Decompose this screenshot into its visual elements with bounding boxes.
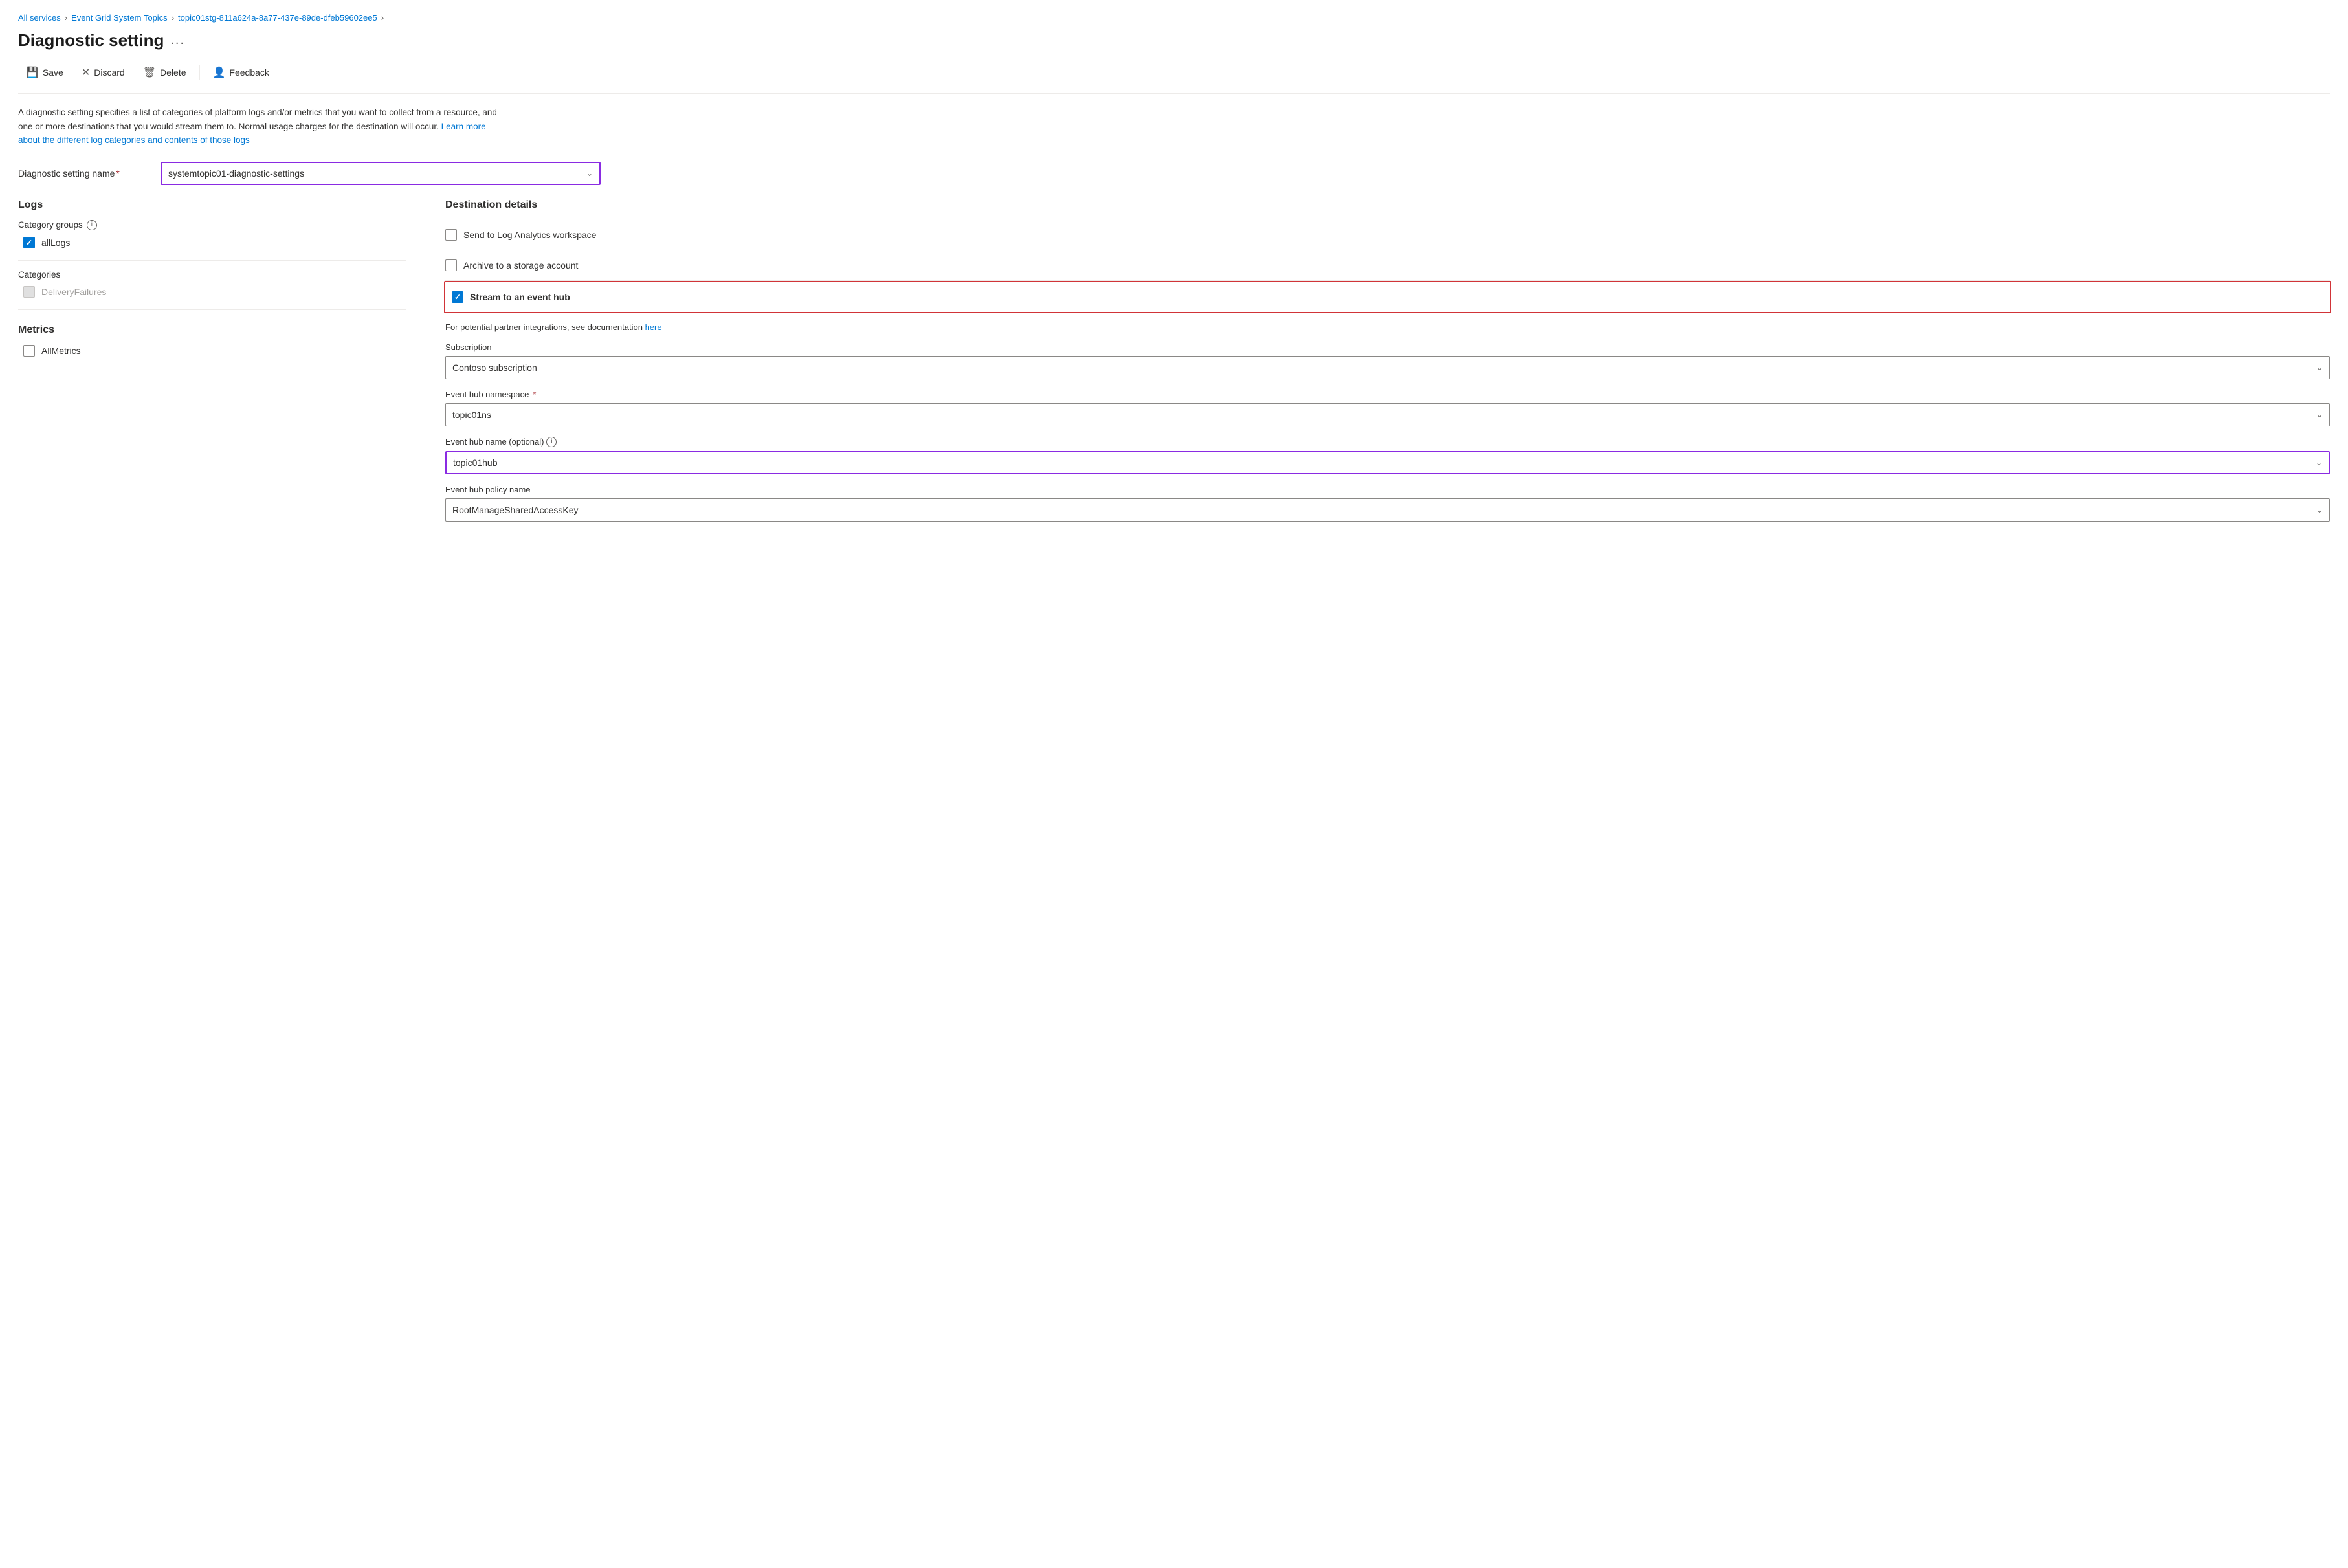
page-header: Diagnostic setting ...	[18, 30, 2330, 50]
policy-chevron-icon: ⌄	[2316, 505, 2323, 514]
all-logs-row: allLogs	[18, 237, 406, 248]
event-hub-policy-label: Event hub policy name	[445, 485, 2330, 494]
all-metrics-checkbox[interactable]	[23, 345, 35, 357]
diagnostic-name-label: Diagnostic setting name*	[18, 168, 148, 179]
toolbar: 💾 Save ✕ Discard 🗑 Delete 👤 Feedback	[18, 62, 2330, 94]
event-hub-name-info-icon[interactable]: i	[546, 437, 557, 447]
delivery-failures-checkbox[interactable]	[23, 286, 35, 298]
event-hub-policy-field: Event hub policy name RootManageSharedAc…	[445, 485, 2330, 522]
category-groups-label: Category groups i	[18, 220, 406, 230]
storage-account-checkbox[interactable]	[445, 259, 457, 271]
log-analytics-checkbox[interactable]	[445, 229, 457, 241]
event-hub-name-dropdown[interactable]: topic01hub ⌄	[445, 451, 2330, 474]
event-hub-label[interactable]: Stream to an event hub	[470, 292, 570, 302]
delete-button[interactable]: 🗑 Delete	[135, 62, 194, 83]
event-hub-name-label: Event hub name (optional) i	[445, 437, 2330, 447]
right-panel: Destination details Send to Log Analytic…	[445, 199, 2330, 532]
metrics-section-title: Metrics	[18, 324, 406, 336]
save-icon: 💾	[26, 66, 39, 79]
all-metrics-row: AllMetrics	[18, 345, 406, 357]
main-content: Logs Category groups i allLogs Categorie…	[18, 199, 2330, 532]
event-hub-policy-dropdown[interactable]: RootManageSharedAccessKey ⌄	[445, 498, 2330, 522]
save-button[interactable]: 💾 Save	[18, 62, 71, 83]
category-groups-info-icon[interactable]: i	[87, 220, 97, 230]
discard-icon: ✕	[82, 66, 90, 79]
toolbar-divider	[199, 65, 200, 80]
logs-divider	[18, 260, 406, 261]
event-hub-row: Stream to an event hub	[444, 281, 2331, 313]
delivery-failures-label: DeliveryFailures	[41, 287, 106, 297]
event-hub-namespace-dropdown[interactable]: topic01ns ⌄	[445, 403, 2330, 426]
page-more-options[interactable]: ...	[170, 33, 185, 48]
description-text: A diagnostic setting specifies a list of…	[18, 105, 510, 148]
namespace-chevron-icon: ⌄	[2316, 410, 2323, 419]
breadcrumb: All services › Event Grid System Topics …	[18, 13, 2330, 23]
storage-account-label[interactable]: Archive to a storage account	[463, 260, 578, 271]
breadcrumb-event-grid[interactable]: Event Grid System Topics	[71, 13, 168, 23]
all-metrics-label[interactable]: AllMetrics	[41, 346, 81, 356]
event-hub-name-field: Event hub name (optional) i topic01hub ⌄	[445, 437, 2330, 474]
page-title: Diagnostic setting	[18, 30, 164, 50]
feedback-icon: 👤	[213, 66, 226, 79]
delete-icon: 🗑	[143, 66, 156, 79]
storage-account-row: Archive to a storage account	[445, 250, 2330, 281]
log-analytics-label[interactable]: Send to Log Analytics workspace	[463, 230, 596, 240]
discard-button[interactable]: ✕ Discard	[74, 62, 133, 83]
categories-section: Categories DeliveryFailures	[18, 270, 406, 298]
subscription-field: Subscription Contoso subscription ⌄	[445, 342, 2330, 379]
partner-link[interactable]: here	[645, 322, 662, 332]
metrics-section: Metrics AllMetrics	[18, 324, 406, 357]
log-analytics-row: Send to Log Analytics workspace	[445, 220, 2330, 250]
category-groups-section: Category groups i allLogs	[18, 220, 406, 248]
logs-section-title: Logs	[18, 199, 406, 211]
hub-name-chevron-icon: ⌄	[2316, 458, 2322, 467]
categories-label: Categories	[18, 270, 406, 280]
categories-divider	[18, 309, 406, 310]
breadcrumb-topic[interactable]: topic01stg-811a624a-8a77-437e-89de-dfeb5…	[178, 13, 377, 23]
delivery-failures-row: DeliveryFailures	[18, 286, 406, 298]
partner-text: For potential partner integrations, see …	[445, 322, 2330, 332]
event-hub-checkbox[interactable]	[452, 291, 463, 303]
event-hub-namespace-label: Event hub namespace *	[445, 390, 2330, 399]
destination-section-title: Destination details	[445, 199, 2330, 211]
all-logs-label[interactable]: allLogs	[41, 237, 70, 248]
breadcrumb-all-services[interactable]: All services	[18, 13, 61, 23]
chevron-down-icon: ⌄	[586, 169, 593, 178]
event-hub-namespace-field: Event hub namespace * topic01ns ⌄	[445, 390, 2330, 426]
feedback-button[interactable]: 👤 Feedback	[205, 62, 277, 83]
left-panel: Logs Category groups i allLogs Categorie…	[18, 199, 406, 375]
subscription-dropdown[interactable]: Contoso subscription ⌄	[445, 356, 2330, 379]
subscription-label: Subscription	[445, 342, 2330, 352]
diagnostic-name-row: Diagnostic setting name* systemtopic01-d…	[18, 162, 2330, 185]
diagnostic-name-input[interactable]: systemtopic01-diagnostic-settings ⌄	[161, 162, 601, 185]
subscription-chevron-icon: ⌄	[2316, 363, 2323, 372]
all-logs-checkbox[interactable]	[23, 237, 35, 248]
